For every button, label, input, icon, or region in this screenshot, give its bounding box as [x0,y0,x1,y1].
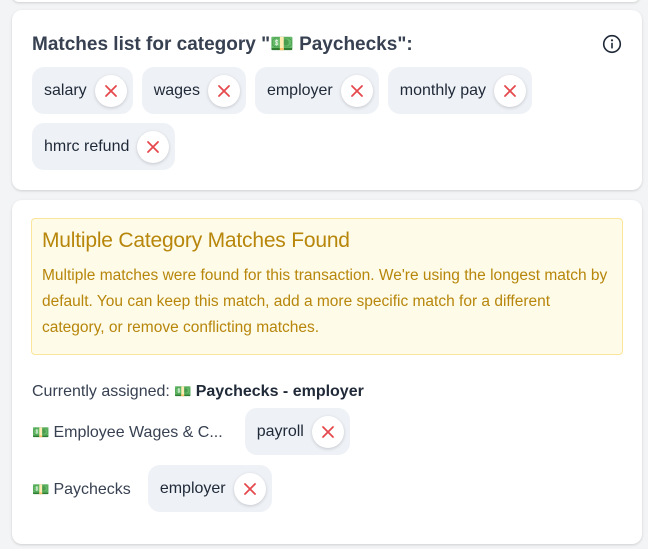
keyword-label: wages [153,81,200,99]
alert-body: Multiple matches were found for this tra… [42,267,608,336]
multiple-matches-card: Multiple Category Matches Found Multiple… [12,200,642,544]
alert-title: Multiple Category Matches Found [42,229,350,252]
keyword-label: employer [266,81,333,99]
close-icon [243,482,256,495]
category-label: 💵 Paychecks [32,481,131,499]
money-icon: 💵 [32,481,50,497]
keyword-chip-list: salary wages employer monthly pay hmrc r… [32,67,592,170]
assigned-value: Paychecks - employer [195,383,364,400]
close-icon [104,84,117,97]
close-icon [147,140,160,153]
close-icon [321,425,334,438]
keyword-label: monthly pay [399,81,487,99]
category-label: 💵 Employee Wages & C... [32,424,223,442]
category-name: Employee Wages & C... [53,424,223,441]
keyword-label: hmrc refund [44,137,130,155]
multiple-matches-alert: Multiple Category Matches Found Multiple… [31,218,623,355]
category-match-row: 💵 Paychecks employer [32,465,272,512]
remove-match-button[interactable] [311,415,344,448]
remove-keyword-button[interactable] [94,74,127,107]
category-match-row: 💵 Employee Wages & C... payroll [32,408,350,455]
remove-keyword-button[interactable] [137,130,170,163]
close-icon [350,84,363,97]
close-icon [218,84,230,97]
info-icon[interactable] [602,34,622,54]
category-match-chip: payroll [244,408,350,455]
previous-card-edge [12,0,640,2]
currently-assigned: Currently assigned: 💵 Paychecks - employe… [32,383,364,401]
remove-keyword-button[interactable] [340,74,373,107]
money-icon: 💵 [174,383,192,399]
keyword-label: salary [44,81,87,99]
assigned-prefix: Currently assigned: [32,383,170,400]
category-name: Paychecks [53,481,131,498]
category-match-chip: employer [147,465,272,512]
close-icon [504,84,516,97]
keyword-chip: wages [141,67,246,114]
matches-list-title: Matches list for category "💵 Paychecks": [32,34,413,55]
keyword-chip: salary [32,67,133,114]
match-label: employer [159,479,226,497]
money-icon: 💵 [32,424,50,440]
remove-keyword-button[interactable] [494,74,527,107]
matches-list-card: Matches list for category "💵 Paychecks":… [12,10,642,190]
keyword-chip: employer [254,67,379,114]
keyword-chip: monthly pay [387,67,533,114]
match-label: payroll [256,422,304,440]
keyword-chip: hmrc refund [32,123,176,170]
remove-keyword-button[interactable] [207,74,240,107]
remove-match-button[interactable] [233,472,266,505]
